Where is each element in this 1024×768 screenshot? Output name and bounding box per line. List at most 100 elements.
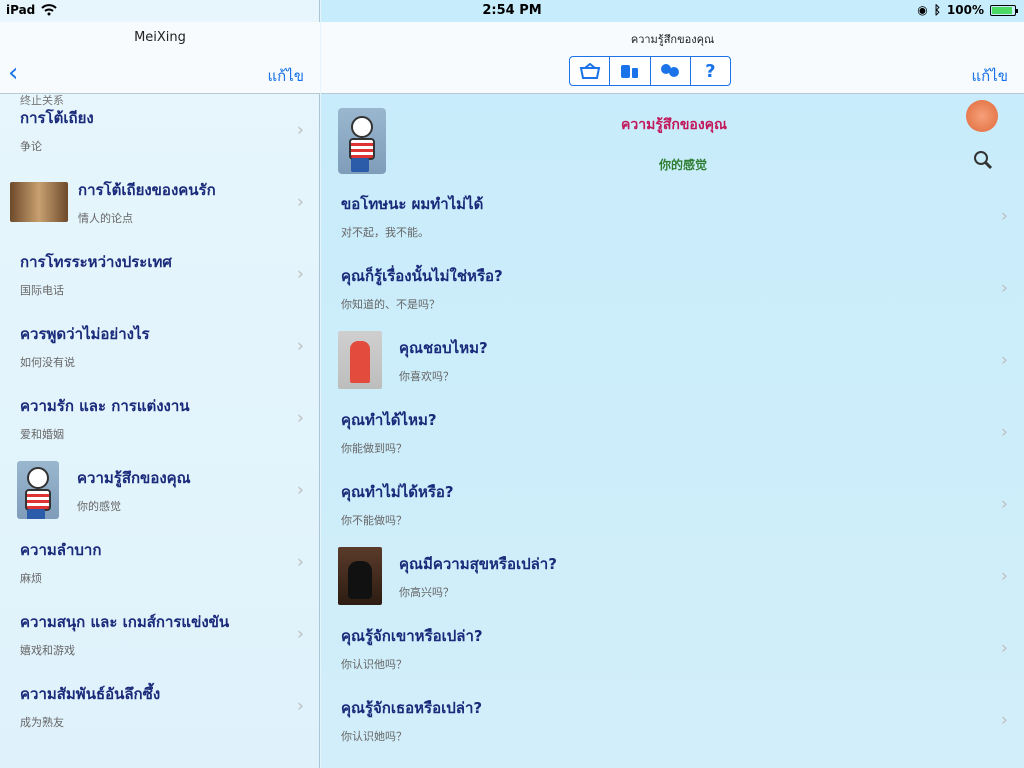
list-item[interactable]: ความรู้สึกของคุณ 你的感觉 › — [0, 454, 320, 526]
item-title: การโต้เถียงของคนรัก — [78, 181, 216, 199]
master-nav-bar: MeiXing ‹ แก้ไข — [0, 22, 320, 94]
chevron-right-icon: › — [1000, 637, 1008, 659]
list-item[interactable]: ควรพูดว่าไม่อย่างไร 如何没有说 › — [0, 310, 320, 382]
brain-icon[interactable] — [966, 100, 998, 132]
detail-title: ความรู้สึกของคุณ — [630, 33, 715, 46]
item-subtitle: 麻烦 — [20, 572, 42, 585]
photo-thumbnail — [338, 547, 382, 605]
item-title: คุณทำได้ไหม? — [341, 411, 437, 429]
item-subtitle: 争论 — [20, 140, 42, 153]
category-subtitle: 你的感觉 — [659, 158, 708, 172]
item-subtitle: 你高兴吗？ — [399, 586, 454, 599]
item-subtitle: 国际电话 — [20, 284, 64, 297]
list-item[interactable]: คุณรู้จักเขาหรือเปล่า? 你认识他吗？ › — [321, 612, 1024, 684]
toolbar-segmented-control: ? — [569, 56, 731, 86]
clock: 2:54 PM — [482, 3, 542, 18]
chevron-right-icon: › — [1000, 493, 1008, 515]
list-item[interactable]: คุณทำได้ไหม? 你能做到吗？ › — [321, 396, 1024, 468]
master-title: MeiXing — [134, 30, 186, 45]
item-title: ความรู้สึกของคุณ — [77, 469, 191, 487]
item-subtitle: 你不能做吗？ — [341, 514, 407, 527]
chevron-right-icon: › — [296, 695, 304, 717]
list-item[interactable]: ความลำบาก 麻烦 › — [0, 526, 320, 598]
item-title: คุณรู้จักเขาหรือเปล่า? — [341, 627, 483, 645]
list-item[interactable]: คุณทำไม่ได้หรือ? 你不能做吗？ › — [321, 468, 1024, 540]
master-edit-button[interactable]: แก้ไข — [267, 64, 304, 88]
item-title: ความรัก และ การแต่งงาน — [20, 397, 190, 415]
character-avatar — [338, 108, 386, 174]
item-title: การโทรระหว่างประเทศ — [20, 253, 172, 271]
item-subtitle: 成为熟友 — [20, 716, 64, 729]
item-title: ความสนุก และ เกมส์การแข่งขัน — [20, 613, 230, 631]
chevron-right-icon: › — [296, 119, 304, 141]
chevron-right-icon: › — [1000, 421, 1008, 443]
category-header: ความรู้สึกของคุณ 你的感觉 — [321, 94, 1024, 180]
list-item[interactable]: คุณชอบไหม? 你喜欢吗？ › — [321, 324, 1024, 396]
chevron-right-icon: › — [296, 551, 304, 573]
list-item[interactable]: คุณรู้จักเธอหรือเปล่า? 你认识她吗？ › — [321, 684, 1024, 756]
item-title: ความสัมพันธ์อันลึกซึ้ง — [20, 685, 161, 703]
list-item[interactable]: การโต้เถียงของคนรัก 情人的论点 › — [0, 166, 320, 238]
item-title: ควรพูดว่าไม่อย่างไร — [20, 325, 150, 343]
item-subtitle: 如何没有说 — [20, 356, 75, 369]
item-title: คุณมีความสุขหรือเปล่า? — [399, 555, 557, 573]
chevron-right-icon: › — [296, 407, 304, 429]
chevron-right-icon: › — [296, 191, 304, 213]
chevron-right-icon: › — [1000, 709, 1008, 731]
chevron-right-icon: › — [1000, 277, 1008, 299]
list-item[interactable]: ความสนุก และ เกมส์การแข่งขัน 嬉戏和游戏 › — [0, 598, 320, 670]
list-item[interactable]: การโทรระหว่างประเทศ 国际电话 › — [0, 238, 320, 310]
item-title: ความลำบาก — [20, 541, 102, 559]
chevron-right-icon: › — [296, 335, 304, 357]
detail-nav-bar: ความรู้สึกของคุณ ? แก้ไข — [321, 22, 1024, 94]
item-subtitle: 对不起，我不能。 — [341, 226, 429, 239]
list-item[interactable]: คุณก็รู้เรื่องนั้นไม่ใช่หรือ? 你知道的、不是吗？ … — [321, 252, 1024, 324]
item-subtitle: 你认识他吗？ — [341, 658, 407, 671]
search-icon[interactable] — [973, 150, 993, 170]
list-item[interactable]: คุณมีความสุขหรือเปล่า? 你高兴吗？ › — [321, 540, 1024, 612]
item-title: คุณก็รู้เรื่องนั้นไม่ใช่หรือ? — [341, 267, 503, 285]
master-panel: MeiXing ‹ แก้ไข 终止关系 การโต้เถียง 争论 › กา… — [0, 0, 320, 768]
item-title: คุณรู้จักเธอหรือเปล่า? — [341, 699, 483, 717]
battery-icon — [990, 4, 1018, 16]
list-item[interactable]: ความสัมพันธ์อันลึกซึ้ง 成为熟友 › — [0, 670, 320, 742]
item-title: การโต้เถียง — [20, 109, 94, 127]
detail-panel: ความรู้สึกของคุณ ? แก้ไข ความรู้สึกของคุ… — [321, 0, 1024, 768]
list-item[interactable]: การโต้เถียง 争论 › — [0, 94, 320, 166]
detail-edit-button[interactable]: แก้ไข — [971, 64, 1008, 88]
item-subtitle: 你认识她吗？ — [341, 730, 407, 743]
topic-list: 终止关系 การโต้เถียง 争论 › การโต้เถียงของคนรั… — [0, 94, 320, 742]
back-chevron-icon[interactable]: ‹ — [8, 60, 18, 86]
item-subtitle: 你能做到吗？ — [341, 442, 407, 455]
basket-icon[interactable] — [570, 57, 611, 85]
item-title: ขอโทษนะ ผมทำไม่ได้ — [341, 195, 484, 213]
bluetooth-icon: ᛒ — [933, 3, 941, 17]
list-item[interactable]: ขอโทษนะ ผมทำไม่ได้ 对不起，我不能。 › — [321, 180, 1024, 252]
category-title: ความรู้สึกของคุณ — [621, 117, 728, 133]
character-thumbnail — [17, 461, 59, 519]
item-subtitle: 你知道的、不是吗？ — [341, 298, 440, 311]
flowers-icon[interactable] — [651, 57, 691, 85]
phrase-list: ขอโทษนะ ผมทำไม่ได้ 对不起，我不能。 › คุณก็รู้เร… — [321, 180, 1024, 756]
item-subtitle: 情人的论点 — [78, 212, 133, 225]
list-item[interactable]: ความรัก และ การแต่งงาน 爱和婚姻 › — [0, 382, 320, 454]
chevron-right-icon: › — [1000, 349, 1008, 371]
photo-thumbnail — [338, 331, 382, 389]
item-subtitle: 嬉戏和游戏 — [20, 644, 75, 657]
battery-percent: 100% — [946, 3, 984, 17]
chevron-right-icon: › — [1000, 205, 1008, 227]
status-bar: iPad 2:54 PM ◉ ᛒ 100% — [0, 0, 1024, 22]
item-subtitle: 爱和婚姻 — [20, 428, 64, 441]
help-icon[interactable]: ? — [691, 57, 730, 85]
chevron-right-icon: › — [1000, 565, 1008, 587]
dictionary-icon[interactable] — [610, 57, 651, 85]
chevron-right-icon: › — [296, 479, 304, 501]
item-subtitle: 你喜欢吗？ — [399, 370, 454, 383]
chevron-right-icon: › — [296, 623, 304, 645]
item-title: คุณทำไม่ได้หรือ? — [341, 483, 454, 501]
rotation-lock-icon: ◉ — [917, 3, 928, 17]
item-subtitle: 你的感觉 — [77, 500, 121, 513]
chevron-right-icon: › — [296, 263, 304, 285]
couple-photo-thumbnail — [10, 182, 68, 222]
item-title: คุณชอบไหม? — [399, 339, 488, 357]
